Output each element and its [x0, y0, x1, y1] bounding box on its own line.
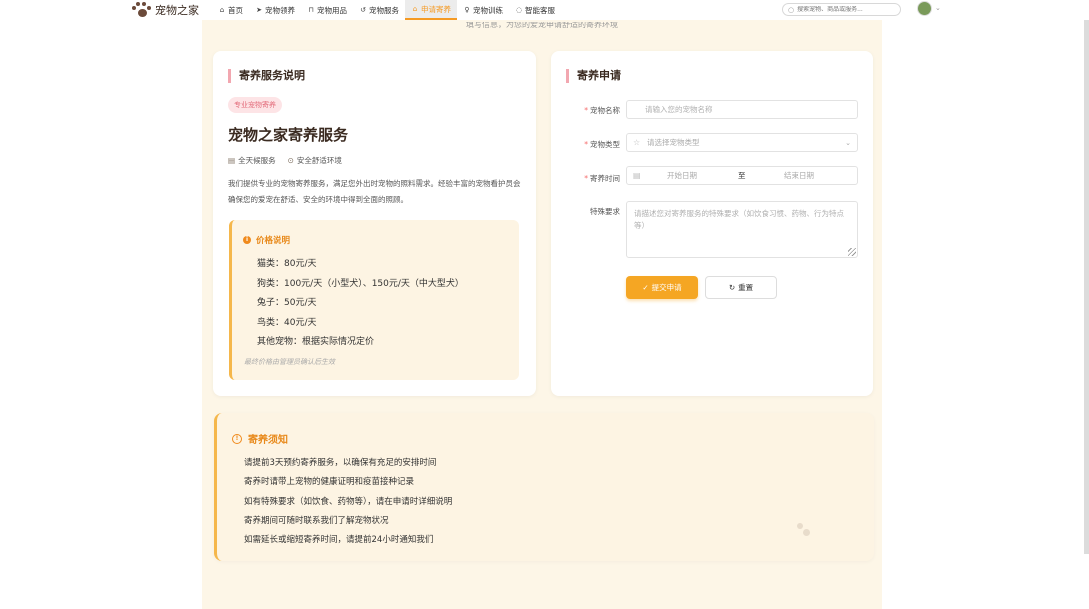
nav-item[interactable]: ➤ 宠物领养 — [249, 0, 301, 20]
meta-item: ⊙ 安全舒适环境 — [287, 156, 342, 165]
user-avatar[interactable] — [917, 1, 932, 16]
notice-item: 如需延长或缩短寄养时间，请提前24小时通知我们 — [244, 535, 434, 546]
nav-item-label: 首页 — [228, 5, 243, 15]
form-section-title: 寄养申请 — [566, 69, 621, 83]
end-date-input[interactable]: 结束日期 — [784, 170, 814, 181]
submit-button[interactable]: ✓ 提交申请 — [626, 276, 698, 299]
service-icon: ↺ — [360, 6, 366, 14]
nav-item[interactable]: ⊓ 宠物用品 — [301, 0, 353, 20]
boarding-time-label: * 寄养时间 — [584, 174, 620, 183]
service-tag: 专业宠物寄养 — [228, 97, 282, 113]
price-item: 猫类：80元/天 — [257, 259, 317, 269]
nav-item-label: 宠物服务 — [369, 5, 399, 15]
search-icon: ○ — [788, 5, 795, 14]
nav-item-label: 宠物用品 — [317, 5, 347, 15]
chevron-down-icon[interactable]: ⌄ — [935, 4, 941, 12]
calendar-icon: ▤ — [228, 156, 236, 165]
notice-card: ! 寄养须知 请提前3天预约寄养服务，以确保有充足的安排时间 寄养时请带上宠物的健… — [214, 413, 874, 561]
price-title: i 价格说明 — [243, 234, 290, 246]
date-range-picker[interactable]: ▤ 开始日期 至 结束日期 — [626, 166, 858, 185]
home-icon: ⌂ — [219, 6, 225, 14]
special-req-label: 特殊要求 — [590, 207, 620, 216]
service-section-title: 寄养服务说明 — [228, 69, 305, 83]
nav-item-label: 宠物领养 — [265, 5, 295, 15]
main-menu: ⌂ 首页 ➤ 宠物领养 ⊓ 宠物用品 ↺ 宠物服务 ⌂ 申请寄养 ♀ 宠物训练 ◌ 智能客服 — [212, 0, 561, 20]
price-item: 兔子：50元/天 — [257, 298, 317, 308]
bag-icon: ⊓ — [308, 6, 314, 14]
paw-logo-icon — [131, 1, 151, 19]
pet-type-select[interactable]: ☆ 请选择宠物类型 ⌄ — [626, 133, 858, 152]
top-nav: 宠物之家 ⌂ 首页 ➤ 宠物领养 ⊓ 宠物用品 ↺ 宠物服务 ⌂ 申请寄养 ♀ 宠物训练 ◌ 智能客服 ○… — [0, 0, 1089, 20]
nav-item-label: 智能客服 — [525, 5, 555, 15]
chevron-down-icon[interactable]: ⌄ — [845, 139, 851, 147]
range-separator: 至 — [738, 171, 746, 180]
price-item: 鸟类：40元/天 — [257, 317, 317, 328]
pet-name-label: * 宠物名称 — [584, 106, 620, 115]
notice-item: 寄养期间可随时联系我们了解宠物状况 — [244, 515, 389, 526]
star-icon: ☆ — [633, 138, 641, 147]
special-req-textarea[interactable] — [632, 206, 856, 256]
meta-item: ▤ 全天候服务 — [228, 156, 276, 165]
trophy-icon: ♀ — [464, 6, 470, 14]
nav-item[interactable]: ↺ 宠物服务 — [353, 0, 405, 20]
reset-button[interactable]: ↻ 重置 — [705, 276, 777, 299]
nav-item[interactable]: ◌ 智能客服 — [509, 0, 561, 20]
house-icon: ⌂ — [412, 5, 418, 13]
intro-text: 填写信息，为您的爱宠申请舒适的寄养环境 — [466, 22, 618, 29]
nav-item[interactable]: ♀ 宠物训练 — [457, 0, 509, 20]
brand-logo[interactable]: 宠物之家 — [131, 0, 199, 20]
info-icon: i — [243, 236, 251, 244]
search-input[interactable] — [797, 6, 888, 13]
paw-decoration-icon — [797, 523, 811, 537]
service-meta: ▤ 全天候服务 ⊙ 安全舒适环境 — [228, 155, 342, 166]
refresh-icon: ↻ — [728, 283, 736, 292]
nav-item[interactable]: ⌂ 申请寄养 — [405, 0, 457, 20]
service-heading: 宠物之家寄养服务 — [228, 126, 349, 144]
price-note: 最终价格由管理员确认后生效 — [244, 358, 335, 366]
chat-icon: ◌ — [515, 6, 523, 14]
special-req-field[interactable] — [626, 201, 858, 258]
start-date-input[interactable]: 开始日期 — [667, 170, 697, 181]
notice-item: 如有特殊要求（如饮食、药物等），请在申请时详细说明 — [244, 496, 453, 507]
nav-item-label: 申请寄养 — [421, 4, 451, 14]
notice-title: ! 寄养须知 — [232, 431, 288, 446]
alert-icon: ! — [232, 433, 242, 444]
service-description: 我们提供专业的宠物寄养服务，满足您外出时宠物的照料需求。经验丰富的宠物看护员会确… — [228, 179, 521, 204]
send-icon: ➤ — [256, 6, 262, 14]
price-list: 猫类：80元/天 狗类：100元/天（小型犬）、150元/天（中大型犬） 兔子：… — [257, 255, 464, 353]
brand-name: 宠物之家 — [155, 4, 199, 17]
notice-item: 寄养时请带上宠物的健康证明和疫苗接种记录 — [244, 477, 415, 488]
calendar-icon: ▤ — [633, 171, 641, 180]
pet-type-placeholder: 请选择宠物类型 — [647, 138, 700, 147]
pet-name-input[interactable] — [627, 105, 845, 114]
page-scrollbar[interactable] — [1084, 20, 1089, 554]
nav-item[interactable]: ⌂ 首页 — [212, 0, 249, 20]
check-icon: ✓ — [642, 283, 649, 292]
price-item: 狗类：100元/天（小型犬）、150元/天（中大型犬） — [257, 278, 464, 289]
notice-list: 请提前3天预约寄养服务，以确保有充足的安排时间 寄养时请带上宠物的健康证明和疫苗… — [244, 454, 452, 550]
pet-type-label: * 宠物类型 — [584, 140, 620, 149]
resize-handle[interactable] — [848, 248, 856, 256]
nav-item-label: 宠物训练 — [473, 5, 503, 15]
location-icon: ⊙ — [287, 156, 294, 165]
pet-name-field[interactable] — [626, 100, 858, 119]
price-box: i 价格说明 猫类：80元/天 狗类：100元/天（小型犬）、150元/天（中大型… — [229, 220, 519, 380]
notice-item: 请提前3天预约寄养服务，以确保有充足的安排时间 — [244, 458, 437, 468]
search-box[interactable]: ○ — [782, 3, 901, 16]
price-item: 其他宠物：根据实际情况定价 — [257, 337, 375, 347]
